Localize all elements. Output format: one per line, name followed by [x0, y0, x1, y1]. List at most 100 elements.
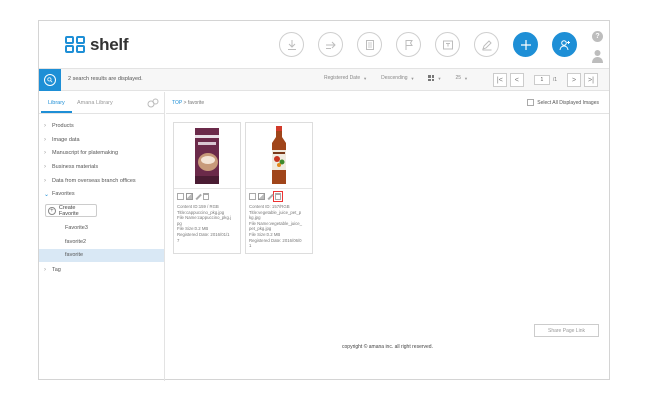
- first-page-button[interactable]: |<: [492, 73, 507, 87]
- asset-thumbnail[interactable]: [174, 123, 240, 189]
- lightbox-button[interactable]: [435, 32, 460, 57]
- tree-item-overseas-data[interactable]: › Data from overseas branch offices: [39, 174, 164, 188]
- chevron-right-icon: ›: [44, 122, 46, 129]
- next-page-button[interactable]: >: [567, 73, 581, 87]
- download-button[interactable]: [279, 32, 304, 57]
- shelf-logo-icon: [65, 36, 87, 54]
- trash-icon[interactable]: [203, 193, 209, 200]
- image-preview-icon[interactable]: [186, 193, 193, 200]
- chevron-right-icon: ›: [44, 163, 46, 170]
- result-count-text: 2 search results are displayed.: [68, 76, 143, 82]
- breadcrumb: TOP > favorite: [172, 100, 204, 106]
- chevron-right-icon: ›: [44, 177, 46, 184]
- tree-item-manuscript[interactable]: › Manuscript for platemaking: [39, 146, 164, 160]
- sort-field-select[interactable]: Registered Date ▼: [324, 75, 367, 81]
- favorite-item[interactable]: favorite2: [39, 235, 164, 249]
- tab-amana-library[interactable]: Amana Library: [77, 100, 113, 106]
- asset-meta: Content ID:159 / RGB Title:cappuccino_pk…: [177, 204, 241, 243]
- asset-grid: Content ID:159 / RGB Title:cappuccino_pk…: [173, 122, 317, 254]
- folder-tree: › Products › Image data › Manuscript for pl…: [39, 114, 164, 277]
- last-page-button[interactable]: >|: [584, 73, 598, 87]
- user-add-icon: [559, 39, 570, 50]
- chevron-down-icon: ▼: [437, 75, 442, 81]
- select-all-control[interactable]: Select All Displayed Images: [527, 99, 599, 106]
- create-favorite-button[interactable]: + Create Favorite: [45, 204, 97, 218]
- move-icon: [325, 41, 336, 49]
- user-icon[interactable]: [592, 49, 603, 63]
- tree-item-products[interactable]: › Products: [39, 119, 164, 133]
- sort-order-select[interactable]: Descending ▼: [381, 75, 414, 81]
- chevron-right-icon: ›: [44, 150, 46, 157]
- breadcrumb-bar: TOP > favorite Select All Displayed Imag…: [166, 92, 609, 114]
- sort-controls: Registered Date ▼ Descending ▼ ▼ 25 ▼: [324, 75, 482, 81]
- asset-actions: [249, 191, 283, 202]
- select-all-label: Select All Displayed Images: [537, 99, 599, 106]
- registered-date-cont: 7: [177, 237, 180, 243]
- chevron-right-icon: ›: [44, 267, 46, 274]
- plus-icon: +: [48, 206, 56, 215]
- main-content: TOP > favorite Select All Displayed Imag…: [166, 92, 609, 381]
- grid-view-icon: [428, 75, 435, 81]
- image-preview-icon[interactable]: [258, 193, 265, 200]
- trash-icon[interactable]: [273, 191, 283, 202]
- select-all-checkbox[interactable]: [527, 99, 535, 106]
- help-button[interactable]: ?: [592, 31, 603, 42]
- chevron-down-icon: ▼: [363, 75, 368, 81]
- tree-item-favorites[interactable]: ⌄ Favorites: [39, 187, 164, 201]
- search-bar: 2 search results are displayed. Register…: [39, 69, 609, 91]
- select-checkbox[interactable]: [249, 193, 256, 200]
- document-button[interactable]: [357, 32, 382, 57]
- asset-meta: Content ID: 157/RGB Title:vegetable_juic…: [249, 204, 313, 249]
- prev-page-button[interactable]: <: [509, 73, 524, 87]
- last-page-icon: >|: [588, 76, 594, 84]
- page-total: /1: [552, 77, 557, 83]
- download-icon: [287, 39, 296, 50]
- tree-item-tag[interactable]: › Tag: [39, 263, 164, 277]
- app-name: shelf: [90, 35, 129, 54]
- chevron-left-icon: <: [514, 76, 519, 84]
- move-button[interactable]: [318, 32, 343, 57]
- document-icon: [365, 39, 374, 50]
- asset-card[interactable]: Content ID: 157/RGB Title:vegetable_juic…: [245, 122, 313, 254]
- tree-item-business-materials[interactable]: › Business materials: [39, 160, 164, 174]
- favorite-item-selected[interactable]: favorite: [39, 248, 164, 263]
- chevron-right-icon: ›: [44, 136, 46, 143]
- sidebar-tabs: Library Amana Library: [39, 92, 164, 114]
- tab-library[interactable]: Library: [41, 100, 72, 113]
- chevron-down-icon: ⌄: [44, 191, 50, 198]
- view-mode-select[interactable]: ▼: [428, 75, 441, 81]
- juice-bottle-image: [272, 125, 286, 184]
- add-button[interactable]: [513, 32, 538, 57]
- header: shelf ?: [39, 21, 609, 69]
- chevron-down-icon: ▼: [410, 75, 415, 81]
- edit-icon: [481, 39, 492, 50]
- cappuccino-package-image: [195, 127, 219, 184]
- favorite-item[interactable]: Favorite3: [39, 221, 164, 235]
- share-page-link-button[interactable]: Share Page Link: [534, 324, 599, 337]
- user-add-button[interactable]: [552, 32, 577, 57]
- asset-card[interactable]: Content ID:159 / RGB Title:cappuccino_pk…: [173, 122, 241, 254]
- search-button[interactable]: [39, 69, 61, 91]
- page-input[interactable]: 1: [533, 75, 550, 85]
- edit-icon[interactable]: [267, 193, 273, 200]
- select-checkbox[interactable]: [177, 193, 184, 200]
- breadcrumb-current: favorite: [187, 100, 205, 106]
- lightbox-icon: [442, 40, 453, 49]
- logo[interactable]: shelf: [65, 35, 128, 55]
- pager: |< < 1 /1 > >|: [492, 73, 601, 87]
- per-page-select[interactable]: 25 ▼: [455, 75, 468, 81]
- settings-icon[interactable]: [147, 98, 159, 108]
- edit-icon[interactable]: [195, 193, 201, 200]
- registered-date-cont: 1: [249, 243, 252, 249]
- copyright-text: copyright © amana inc. all right reserve…: [342, 344, 433, 350]
- asset-actions: [177, 193, 211, 200]
- first-page-icon: |<: [496, 76, 503, 84]
- toolbar: [279, 32, 591, 57]
- breadcrumb-top-link[interactable]: TOP: [172, 100, 182, 106]
- flag-button[interactable]: [396, 32, 421, 57]
- chevron-right-icon: >: [571, 76, 577, 84]
- edit-button[interactable]: [474, 32, 499, 57]
- asset-thumbnail[interactable]: [246, 123, 312, 189]
- tree-item-image-data[interactable]: › Image data: [39, 133, 164, 147]
- breadcrumb-separator: >: [183, 100, 187, 106]
